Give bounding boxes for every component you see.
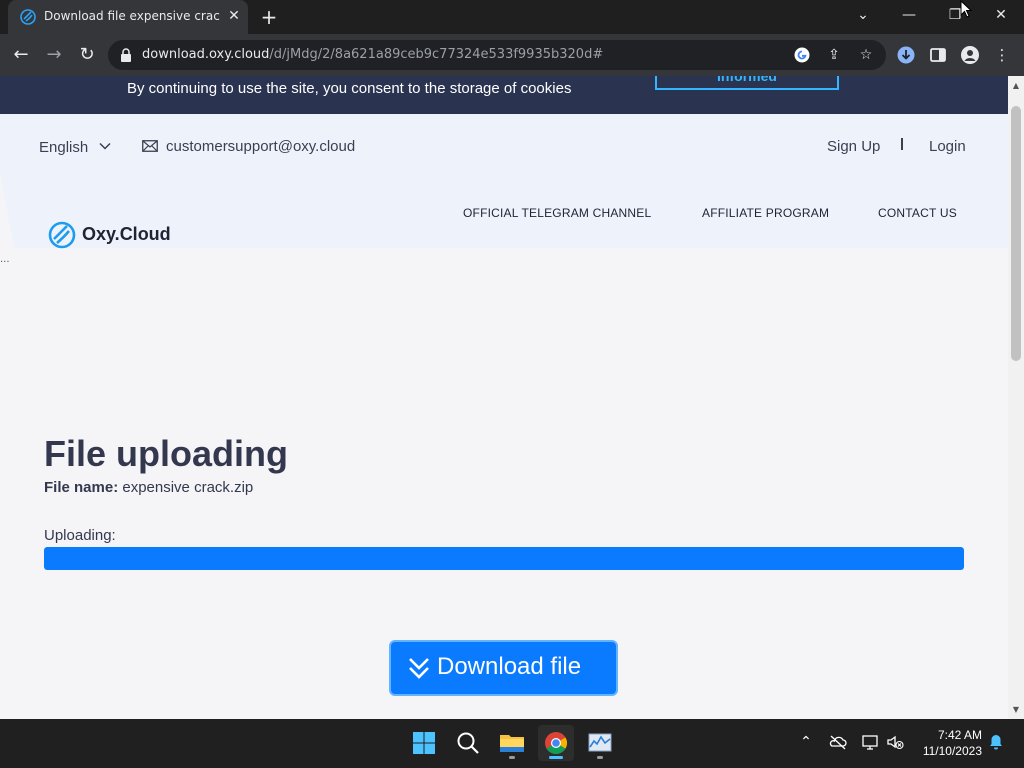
side-panel-icon[interactable]: [928, 45, 948, 65]
taskbar-clock[interactable]: 7:42 AM 11/10/2023: [916, 727, 982, 759]
sign-up-link[interactable]: Sign Up: [827, 138, 880, 155]
running-indicator: [597, 756, 603, 759]
address-bar[interactable]: download.oxy.cloud/d/jMdg/2/8a621a89ceb9…: [108, 40, 886, 70]
support-email-link[interactable]: customersupport@oxy.cloud: [166, 138, 355, 155]
scroll-up-icon[interactable]: ▲: [1012, 82, 1020, 90]
notification-bell-icon[interactable]: [987, 733, 1005, 751]
tray-chevron-up-icon[interactable]: ⌃: [797, 733, 815, 751]
upload-progress-fill: [44, 547, 964, 570]
url-host: download.oxy.cloud: [142, 47, 270, 62]
mail-icon: [142, 140, 158, 152]
mouse-cursor-icon: [960, 0, 972, 18]
minimize-icon[interactable]: —: [886, 0, 932, 30]
page-scrollbar[interactable]: ▲ ▼: [1008, 76, 1024, 719]
taskbar-app-monitor[interactable]: [582, 725, 618, 761]
tab-title: Download file expensive crack.zip: [44, 9, 220, 23]
bookmark-star-icon[interactable]: ☆: [858, 47, 874, 63]
nav-telegram-channel[interactable]: OFFICIAL TELEGRAM CHANNEL: [463, 206, 651, 220]
nav-affiliate-program[interactable]: AFFILIATE PROGRAM: [702, 206, 829, 220]
browser-tabstrip: Download file expensive crack.zip ✕ + ⌄ …: [0, 0, 1024, 34]
lock-icon: [121, 48, 131, 62]
url-text: download.oxy.cloud/d/jMdg/2/8a621a89ceb9…: [142, 47, 603, 62]
back-arrow-icon[interactable]: ←: [10, 44, 32, 66]
taskbar-chrome[interactable]: [538, 725, 574, 761]
nav-contact-us[interactable]: CONTACT US: [878, 206, 957, 220]
oxy-cloud-logo-icon[interactable]: [48, 221, 76, 249]
scroll-down-icon[interactable]: ▼: [1012, 706, 1020, 714]
cookie-informed-button[interactable]: Informed: [655, 76, 839, 90]
ellipsis-text: ...: [0, 254, 10, 265]
new-tab-icon[interactable]: +: [258, 6, 280, 28]
uploading-label: Uploading:: [44, 527, 116, 544]
download-file-button[interactable]: Download file: [389, 640, 618, 696]
cookie-consent-bar: Informed By continuing to use the site, …: [0, 76, 1008, 114]
windows-logo-icon: [413, 732, 435, 754]
active-indicator: [549, 756, 563, 759]
page-title: File uploading: [44, 433, 288, 474]
close-window-icon[interactable]: ✕: [978, 0, 1024, 30]
running-indicator: [509, 756, 515, 759]
double-chevron-down-icon: [409, 658, 429, 679]
browser-tab[interactable]: Download file expensive crack.zip ✕: [8, 0, 248, 34]
language-selector[interactable]: English: [39, 139, 88, 156]
search-icon: [457, 732, 479, 754]
file-name-label: File name:: [44, 479, 119, 496]
url-path: /d/jMdg/2/8a621a89ceb9c77324e533f9935b32…: [269, 47, 604, 62]
windows-taskbar: ⌃ 7:42 AM 11/10/2023: [0, 719, 1024, 768]
browser-toolbar: ← → ↻ download.oxy.cloud/d/jMdg/2/8a621a…: [0, 34, 1024, 76]
logo-text[interactable]: Oxy.Cloud: [82, 224, 171, 245]
clock-time: 7:42 AM: [937, 728, 982, 742]
menu-kebab-icon[interactable]: ⋮: [992, 45, 1012, 65]
upload-progress-bar: [44, 547, 964, 570]
reload-icon[interactable]: ↻: [76, 44, 98, 66]
clock-date: 11/10/2023: [922, 744, 982, 758]
login-link[interactable]: Login: [929, 138, 966, 155]
file-name-value: expensive crack.zip: [122, 479, 254, 496]
profile-icon[interactable]: [960, 45, 980, 65]
onedrive-offline-icon[interactable]: [829, 733, 847, 751]
display-icon[interactable]: [861, 733, 879, 751]
download-file-label: Download file: [437, 653, 582, 680]
forward-arrow-icon[interactable]: →: [43, 44, 65, 66]
file-name-row: File name: expensive crack.zip: [44, 479, 253, 496]
volume-muted-icon[interactable]: [886, 733, 904, 751]
share-icon[interactable]: ⇪: [826, 47, 842, 63]
start-button[interactable]: [406, 725, 442, 761]
scrollbar-thumb[interactable]: [1011, 106, 1021, 361]
header-decoration: [0, 174, 14, 248]
cookie-consent-text: By continuing to use the site, you conse…: [127, 80, 572, 97]
google-icon[interactable]: [794, 47, 810, 63]
tab-close-icon[interactable]: ✕: [226, 8, 242, 24]
header-separator: [901, 138, 903, 150]
taskbar-search-button[interactable]: [450, 725, 486, 761]
tab-search-chevron-icon[interactable]: ⌄: [840, 0, 886, 30]
taskbar-file-explorer[interactable]: [494, 725, 530, 761]
web-page: Informed By continuing to use the site, …: [0, 76, 1008, 719]
download-icon[interactable]: [896, 45, 916, 65]
oxy-cloud-favicon-icon: [20, 9, 36, 25]
chevron-down-icon[interactable]: [98, 139, 112, 153]
